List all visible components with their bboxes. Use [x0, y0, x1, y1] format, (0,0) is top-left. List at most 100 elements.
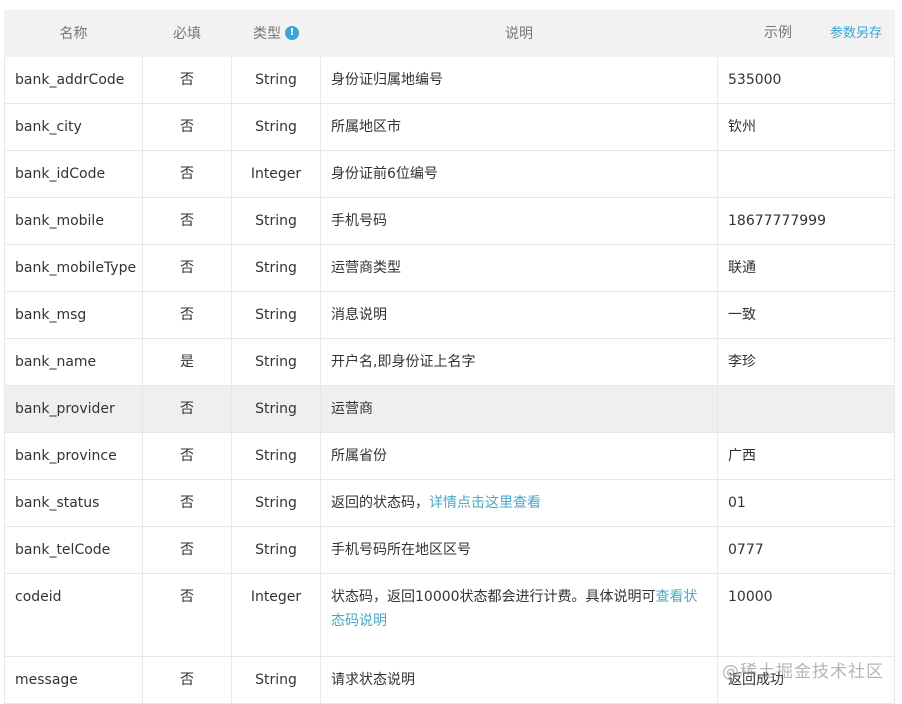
table-row: bank_addrCode 否 String 身份证归属地编号 535000 [4, 56, 895, 104]
param-required-cell: 否 [142, 197, 232, 245]
param-description-text: 所属地区市 [331, 119, 401, 135]
param-description-cell: 运营商 [320, 385, 718, 433]
param-description-text: 开户名,即身份证上名字 [331, 354, 476, 370]
table-row: bank_telCode 否 String 手机号码所在地区区号 0777 [4, 526, 895, 574]
param-required-cell: 是 [142, 338, 232, 386]
param-description-cell: 身份证归属地编号 [320, 56, 718, 104]
param-name-cell: codeid [4, 573, 143, 657]
param-description-cell: 身份证前6位编号 [320, 150, 718, 198]
table-row: bank_city 否 String 所属地区市 钦州 [4, 103, 895, 151]
table-row: bank_mobile 否 String 手机号码 18677777999 [4, 197, 895, 245]
param-type-cell: String [231, 526, 321, 574]
table-row: bank_status 否 String 返回的状态码，详情点击这里查看 01 [4, 479, 895, 527]
param-name-cell: bank_status [4, 479, 143, 527]
table-row: bank_name 是 String 开户名,即身份证上名字 李珍 [4, 338, 895, 386]
param-example-cell: 李珍 [717, 338, 895, 386]
col-header-description: 说明 [320, 10, 718, 57]
param-name-cell: bank_msg [4, 291, 143, 339]
param-description-text: 消息说明 [331, 307, 387, 323]
param-description-cell: 所属省份 [320, 432, 718, 480]
param-name-cell: bank_idCode [4, 150, 143, 198]
param-description-text: 请求状态说明 [331, 672, 415, 688]
param-description-text: 返回的状态码， [331, 495, 429, 511]
param-name-cell: bank_mobileType [4, 244, 143, 292]
param-example-cell: 535000 [717, 56, 895, 104]
param-type-cell: String [231, 103, 321, 151]
watermark: @稀土掘金技术社区 [722, 662, 884, 682]
param-description-text: 身份证归属地编号 [331, 72, 443, 88]
table-row: bank_mobileType 否 String 运营商类型 联通 [4, 244, 895, 292]
param-description-text: 手机号码所在地区区号 [331, 542, 471, 558]
params-table-container: 名称 必填 类型! 说明 示例 参数另存 bank_addrCode 否 Strin… [4, 10, 895, 704]
param-description-cell: 开户名,即身份证上名字 [320, 338, 718, 386]
param-example-cell: 钦州 [717, 103, 895, 151]
param-type-cell: String [231, 432, 321, 480]
save-params-link[interactable]: 参数另存 [830, 11, 882, 56]
param-name-cell: bank_city [4, 103, 143, 151]
param-description-text: 状态码，返回10000状态都会进行计费。具体说明可 [331, 589, 656, 605]
col-header-required: 必填 [142, 10, 232, 57]
param-name-cell: message [4, 656, 143, 704]
param-type-cell: String [231, 291, 321, 339]
info-icon[interactable]: ! [285, 25, 299, 40]
col-header-name: 名称 [4, 10, 143, 57]
table-row: bank_province 否 String 所属省份 广西 [4, 432, 895, 480]
param-example-cell [717, 385, 895, 433]
param-description-cell: 手机号码 [320, 197, 718, 245]
col-header-example: 示例 参数另存 [717, 10, 895, 57]
params-table: 名称 必填 类型! 说明 示例 参数另存 bank_addrCode 否 Strin… [4, 10, 895, 704]
param-type-cell: Integer [231, 150, 321, 198]
param-name-cell: bank_province [4, 432, 143, 480]
param-required-cell: 否 [142, 479, 232, 527]
param-description-cell: 返回的状态码，详情点击这里查看 [320, 479, 718, 527]
param-type-cell: String [231, 338, 321, 386]
param-example-cell [717, 150, 895, 198]
param-description-cell: 所属地区市 [320, 103, 718, 151]
param-description-text: 手机号码 [331, 213, 387, 229]
param-description-cell: 请求状态说明 [320, 656, 718, 704]
param-required-cell: 否 [142, 291, 232, 339]
param-type-cell: String [231, 56, 321, 104]
description-link[interactable]: 详情点击这里查看 [429, 495, 541, 511]
param-example-cell: 一致 [717, 291, 895, 339]
param-example-cell: 01 [717, 479, 895, 527]
param-example-cell: 广西 [717, 432, 895, 480]
param-required-cell: 否 [142, 56, 232, 104]
param-type-cell: String [231, 385, 321, 433]
param-type-cell: String [231, 244, 321, 292]
param-required-cell: 否 [142, 432, 232, 480]
table-row: bank_msg 否 String 消息说明 一致 [4, 291, 895, 339]
param-required-cell: 否 [142, 385, 232, 433]
col-header-type-label: 类型 [253, 25, 281, 42]
param-description-cell: 消息说明 [320, 291, 718, 339]
param-description-text: 身份证前6位编号 [331, 166, 438, 182]
table-row: bank_provider 否 String 运营商 [4, 385, 895, 433]
param-type-cell: String [231, 197, 321, 245]
param-example-cell: 10000 [717, 573, 895, 657]
param-name-cell: bank_addrCode [4, 56, 143, 104]
param-description-cell: 手机号码所在地区区号 [320, 526, 718, 574]
param-type-cell: String [231, 479, 321, 527]
param-type-cell: String [231, 656, 321, 704]
param-type-cell: Integer [231, 573, 321, 657]
param-description-text: 运营商 [331, 401, 373, 417]
param-example-cell: 0777 [717, 526, 895, 574]
param-description-cell: 状态码，返回10000状态都会进行计费。具体说明可查看状态码说明 [320, 573, 718, 657]
col-header-example-label: 示例 [764, 25, 792, 41]
table-row: codeid 否 Integer 状态码，返回10000状态都会进行计费。具体说明可查… [4, 573, 895, 657]
param-required-cell: 否 [142, 150, 232, 198]
param-name-cell: bank_provider [4, 385, 143, 433]
param-name-cell: bank_name [4, 338, 143, 386]
col-header-type: 类型! [231, 10, 321, 57]
param-required-cell: 否 [142, 244, 232, 292]
param-description-text: 所属省份 [331, 448, 387, 464]
param-required-cell: 否 [142, 103, 232, 151]
table-header-row: 名称 必填 类型! 说明 示例 参数另存 [4, 10, 895, 57]
param-name-cell: bank_telCode [4, 526, 143, 574]
param-description-cell: 运营商类型 [320, 244, 718, 292]
table-row: bank_idCode 否 Integer 身份证前6位编号 [4, 150, 895, 198]
param-required-cell: 否 [142, 526, 232, 574]
param-example-cell: 18677777999 [717, 197, 895, 245]
param-required-cell: 否 [142, 573, 232, 657]
param-example-cell: 联通 [717, 244, 895, 292]
